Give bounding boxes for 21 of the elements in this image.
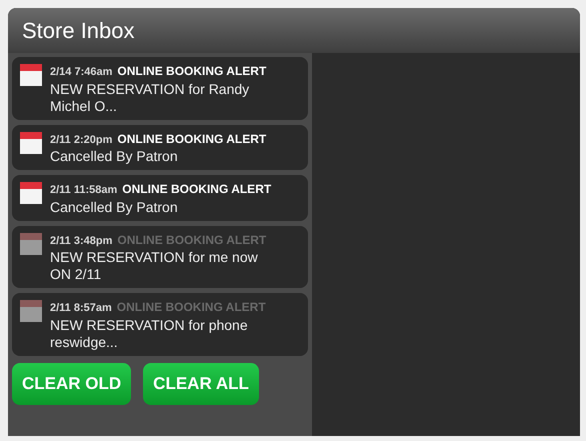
message-body: Cancelled By Patron: [50, 148, 179, 165]
message-body: NEW RESERVATION for Randy Michel O...: [50, 80, 250, 114]
message-time: 2/14 7:46am: [50, 65, 112, 80]
message-item[interactable]: 2/11 8:57am ONLINE BOOKING ALERT NEW RESERVATION for phone reswidge...: [12, 293, 308, 356]
message-subject: ONLINE BOOKING ALERT: [122, 181, 272, 198]
message-item[interactable]: 2/11 3:48pm ONLINE BOOKING ALERT NEW RESERVATION for me now ON 2/11: [12, 226, 308, 288]
message-subject: ONLINE BOOKING ALERT: [117, 130, 266, 148]
message-subject: ONLINE BOOKING ALERT: [117, 63, 266, 80]
message-body: NEW RESERVATION for phone reswidge...: [50, 316, 249, 350]
message-body: Cancelled By Patron: [50, 198, 179, 216]
message-time: 2/11 3:48pm: [50, 234, 112, 248]
message-subject: ONLINE BOOKING ALERT: [117, 232, 266, 248]
message-item[interactable]: 2/14 7:46am ONLINE BOOKING ALERT NEW RESERVATION for Randy Michel O...: [12, 57, 308, 120]
message-subject: ONLINE BOOKING ALERT: [116, 299, 266, 316]
message-body: NEW RESERVATION for me now ON 2/11: [50, 249, 259, 283]
message-time: 2/11 2:20pm: [50, 132, 112, 148]
message-time: 2/11 8:57am: [50, 301, 112, 316]
message-item[interactable]: 2/11 11:58am ONLINE BOOKING ALERT Cancelled By Patron: [12, 175, 308, 220]
panel-title: Store Inbox: [22, 17, 135, 45]
message-item[interactable]: 2/11 2:20pm ONLINE BOOKING ALERT Cancelled By Patron: [12, 124, 308, 170]
message-time: 2/11 11:58am: [50, 183, 118, 198]
